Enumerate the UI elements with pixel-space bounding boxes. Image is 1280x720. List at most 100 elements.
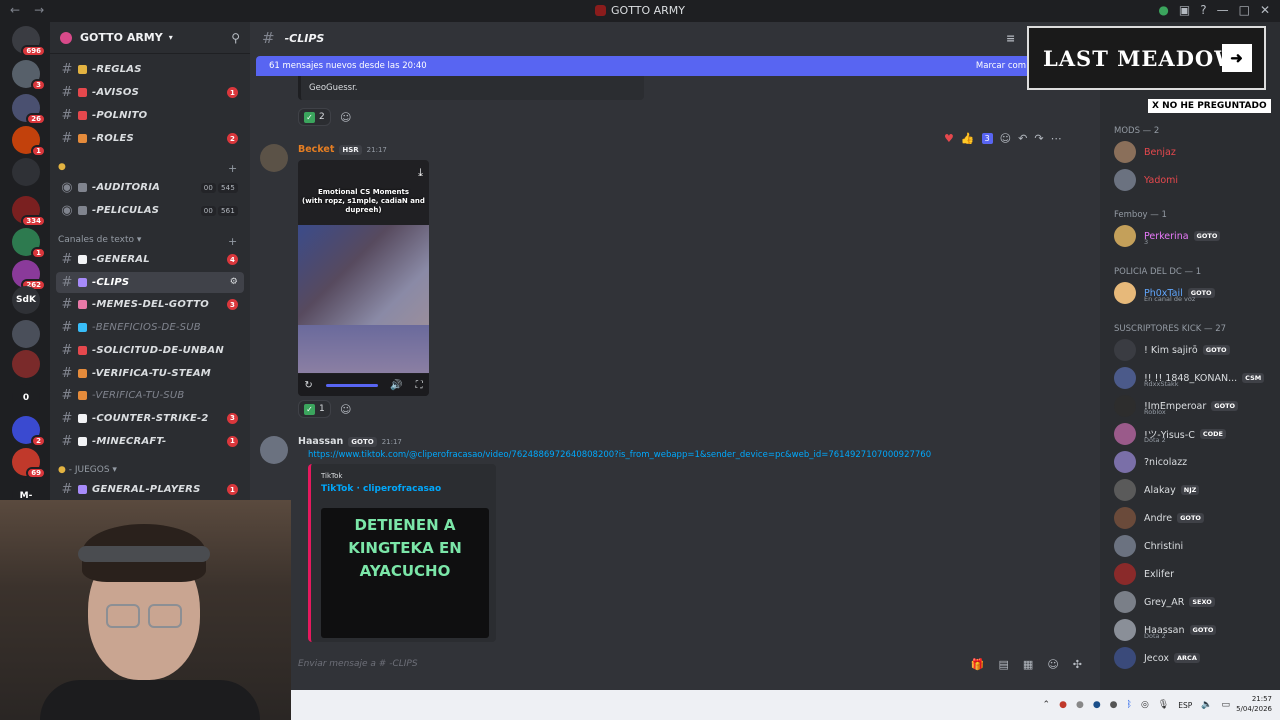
server-icon[interactable]: [12, 158, 40, 186]
server-icon[interactable]: 3: [12, 60, 46, 91]
member-item[interactable]: Christini: [1114, 534, 1274, 558]
add-channel-icon[interactable]: +: [228, 235, 237, 248]
settings-icon[interactable]: ⚙: [230, 277, 238, 287]
server-header[interactable]: GOTTO ARMY ▾ ⚲: [50, 22, 250, 54]
maximize-icon[interactable]: □: [1239, 3, 1250, 17]
channel-item[interactable]: # -SOLICITUD-DE-UNBAN: [56, 340, 244, 361]
apps-icon[interactable]: ✣: [1073, 658, 1082, 671]
more-icon[interactable]: ⋯: [1051, 132, 1062, 145]
chevron-up-icon[interactable]: ⌃: [1043, 700, 1051, 710]
channel-item[interactable]: # -MEMES-DEL-GOTTO 3: [56, 294, 244, 315]
server-icon[interactable]: 334: [12, 196, 46, 227]
app-icon[interactable]: ●: [1059, 700, 1067, 710]
server-icon[interactable]: 1: [12, 228, 46, 259]
mic-icon[interactable]: 🎙: [1158, 700, 1169, 710]
sticker-icon[interactable]: ▦: [1023, 658, 1033, 671]
server-icon[interactable]: 1: [12, 126, 46, 157]
category-text[interactable]: Canales de texto ▾ +: [58, 235, 237, 248]
member-item[interactable]: Grey_AR SEXO: [1114, 590, 1274, 614]
minimize-icon[interactable]: —: [1217, 3, 1229, 17]
member-item[interactable]: ! Kim sajirō GOTO: [1114, 338, 1274, 362]
emoji-icon[interactable]: ☺: [1047, 658, 1058, 671]
volume-icon[interactable]: 🔊: [390, 380, 402, 391]
steam-icon[interactable]: ●: [1093, 700, 1101, 710]
leaf-icon[interactable]: ●: [1158, 3, 1168, 17]
wifi-icon[interactable]: ◎: [1141, 700, 1149, 710]
gif-icon[interactable]: ▤: [999, 658, 1009, 671]
channel-item[interactable]: # -GENERAL 4: [56, 249, 244, 270]
member-item[interactable]: Jecox ARCA: [1114, 646, 1274, 670]
server-icon[interactable]: [12, 350, 40, 378]
server-icon[interactable]: 0: [12, 384, 40, 412]
channel-item[interactable]: # -REGLAS: [56, 59, 244, 80]
author-name[interactable]: Haassan: [298, 436, 343, 447]
app-icon[interactable]: ●: [1076, 700, 1084, 710]
message-link[interactable]: https://www.tiktok.com/@cliperofracasao/…: [308, 450, 931, 460]
server-icon[interactable]: 696: [12, 26, 46, 57]
member-item[interactable]: Yadomi: [1114, 168, 1274, 192]
help-icon[interactable]: ?: [1200, 3, 1206, 17]
three-badge-icon[interactable]: 3: [981, 133, 993, 144]
member-item[interactable]: !ツ-Yisus-C CODE Dota 2: [1114, 422, 1274, 446]
member-item[interactable]: Benjaz: [1114, 140, 1274, 164]
channel-item[interactable]: ◉ -AUDITORIA 00 545: [56, 177, 244, 198]
member-item[interactable]: Alakay NJZ: [1114, 478, 1274, 502]
new-messages-bar[interactable]: 61 mensajes nuevos desde las 20:40 Marca…: [256, 56, 1096, 76]
member-item[interactable]: Haassan GOTO Dota 2: [1114, 618, 1274, 642]
reply-icon[interactable]: ↶: [1018, 132, 1027, 145]
close-icon[interactable]: ✕: [1260, 3, 1270, 17]
embed-thumbnail[interactable]: DETIENEN A KINGTEKA EN AYACUCHO: [321, 508, 489, 638]
member-item[interactable]: Andre GOTO: [1114, 506, 1274, 530]
mark-read-button[interactable]: Marcar com: [976, 61, 1026, 71]
avatar[interactable]: [260, 436, 288, 464]
clock[interactable]: 21:57 5/04/2026: [1236, 694, 1272, 714]
reaction-check[interactable]: ✓ 1: [298, 400, 331, 418]
reaction-check[interactable]: ✓ 2: [298, 108, 331, 126]
author-name[interactable]: Becket: [298, 144, 334, 155]
server-icon[interactable]: 26: [12, 94, 46, 125]
avatar[interactable]: [260, 144, 288, 172]
forward-icon[interactable]: ↷: [1034, 132, 1043, 145]
fullscreen-icon[interactable]: ⛶: [416, 380, 423, 391]
message-composer[interactable]: Enviar mensaje a # -CLIPS 🎁 ▤ ▦ ☺ ✣: [290, 652, 1090, 676]
add-reaction-icon[interactable]: ☺: [1000, 132, 1011, 145]
member-item[interactable]: Perkerina GOTO 3: [1114, 224, 1274, 248]
channel-item[interactable]: # -CLIPS ⚙: [56, 271, 244, 293]
speaker-icon[interactable]: 🔈: [1201, 700, 1212, 710]
server-icon[interactable]: [12, 320, 40, 348]
add-reaction-button[interactable]: ☺: [337, 108, 355, 126]
language-indicator[interactable]: ESP: [1178, 701, 1192, 710]
category-games[interactable]: ● - JUEGOS ▾: [58, 465, 117, 475]
heart-icon[interactable]: ♥: [944, 132, 954, 145]
channel-item[interactable]: # -AVISOS 1: [56, 82, 244, 103]
add-reaction-button[interactable]: ☺: [337, 400, 355, 418]
member-item[interactable]: Exlifer: [1114, 562, 1274, 586]
add-channel-icon[interactable]: +: [228, 162, 237, 175]
channel-item[interactable]: ◉ -PELICULAS 00 561: [56, 200, 244, 221]
server-icon[interactable]: 69: [12, 448, 46, 479]
member-item[interactable]: !ImEmperoar GOTO Roblox: [1114, 394, 1274, 418]
thumbs-up-icon[interactable]: 👍: [961, 132, 975, 145]
progress-bar[interactable]: [325, 383, 378, 387]
member-item[interactable]: !! !! 1848_KONAN... CSM RdxxStakk: [1114, 366, 1274, 390]
member-item[interactable]: ?nicolazz: [1114, 450, 1274, 474]
threads-icon[interactable]: ≡: [1006, 32, 1015, 45]
channel-item[interactable]: # -POLNITO: [56, 105, 244, 126]
embed-title[interactable]: TikTok · cliperofracasao: [321, 484, 441, 494]
app-icon[interactable]: ●: [1110, 700, 1118, 710]
channel-item[interactable]: # -MINECRAFT- 1: [56, 431, 244, 452]
bluetooth-icon[interactable]: ᛒ: [1127, 700, 1132, 710]
channel-item[interactable]: # -COUNTER-STRIKE-2 3: [56, 408, 244, 429]
channel-item[interactable]: # -ROLES 2: [56, 128, 244, 149]
channel-item[interactable]: # GENERAL-PLAYERS 1: [56, 479, 244, 500]
server-icon[interactable]: SdK: [12, 286, 40, 314]
channel-item[interactable]: # -BENEFICIOS-DE-SUB: [56, 317, 244, 338]
gift-icon[interactable]: 🎁: [971, 658, 985, 671]
video-player[interactable]: ⤓ Emotional CS Moments (with ropz, s1mple…: [298, 160, 429, 396]
channel-item[interactable]: # -VERIFICA-TU-STEAM: [56, 363, 244, 384]
channel-item[interactable]: # -VERIFICA-TU-SUB: [56, 385, 244, 406]
server-icon[interactable]: 262: [12, 260, 46, 291]
invite-icon[interactable]: ⚲: [231, 31, 240, 45]
member-item[interactable]: Ph0xTail GOTO En canal de voz: [1114, 281, 1274, 305]
server-icon[interactable]: 2: [12, 416, 46, 447]
